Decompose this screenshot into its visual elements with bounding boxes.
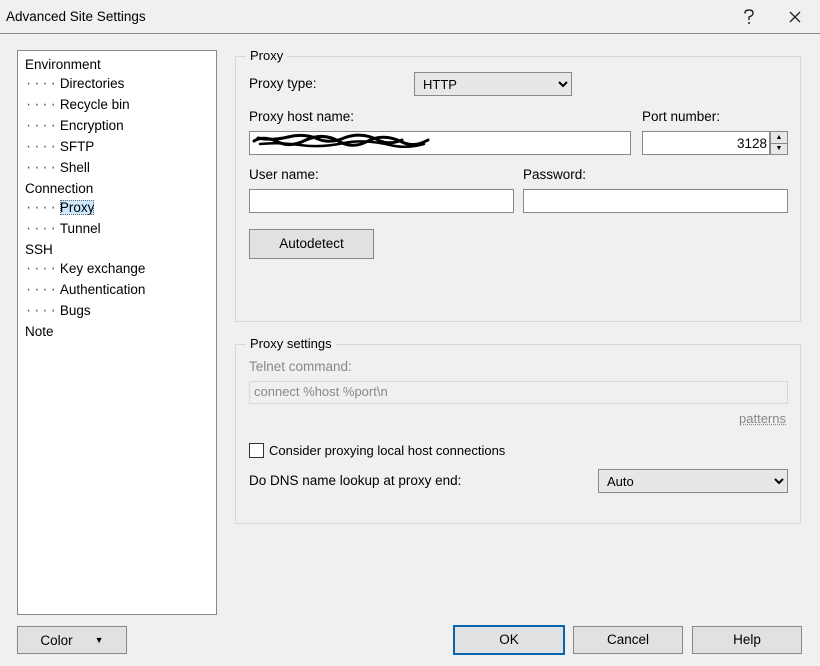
group-proxy-settings: Proxy settings Telnet command: connect %… [235,344,801,524]
color-button-label: Color [40,633,72,648]
tree-recycle-bin[interactable]: ····Recycle bin [24,95,216,116]
password-input[interactable] [523,189,788,213]
tree-connection[interactable]: Connection [24,179,216,198]
proxy-local-label: Consider proxying local host connections [269,443,505,458]
checkbox-box[interactable] [249,443,264,458]
tree-directories[interactable]: ····Directories [24,74,216,95]
tree-proxy[interactable]: ····Proxy [24,198,216,219]
group-settings-legend: Proxy settings [246,336,336,351]
proxy-type-label: Proxy type: [249,76,317,91]
port-number-label: Port number: [642,109,720,124]
proxy-host-input[interactable] [249,131,631,155]
tree-encryption[interactable]: ····Encryption [24,116,216,137]
color-button[interactable]: Color ▼ [17,626,127,654]
tree-key-exchange[interactable]: ····Key exchange [24,259,216,280]
tree-sftp[interactable]: ····SFTP [24,137,216,158]
username-input[interactable] [249,189,514,213]
tree-environment[interactable]: Environment [24,55,216,74]
proxy-host-label: Proxy host name: [249,109,354,124]
chevron-down-icon: ▼ [95,635,104,645]
telnet-command-label: Telnet command: [249,359,352,374]
telnet-command-field: connect %host %port\n [249,381,788,404]
proxy-type-select[interactable]: HTTP [414,72,572,96]
username-label: User name: [249,167,319,182]
dns-lookup-select[interactable]: Auto [598,469,788,493]
tree-note[interactable]: Note [24,322,216,341]
group-proxy: Proxy Proxy type: HTTP Proxy host name: … [235,56,801,322]
tree-ssh[interactable]: SSH [24,240,216,259]
password-label: Password: [523,167,586,182]
patterns-link[interactable]: patterns [739,411,786,426]
port-up-arrow[interactable]: ▲ [771,132,787,144]
tree-shell[interactable]: ····Shell [24,158,216,179]
proxy-local-checkbox[interactable]: Consider proxying local host connections [249,443,505,458]
nav-tree[interactable]: Environment ····Directories ····Recycle … [17,50,217,615]
group-proxy-legend: Proxy [246,48,287,63]
port-number-spinner[interactable]: ▲ ▼ [642,131,788,155]
cancel-button[interactable]: Cancel [573,626,683,654]
dns-lookup-label: Do DNS name lookup at proxy end: [249,473,461,488]
tree-tunnel[interactable]: ····Tunnel [24,219,216,240]
window-title: Advanced Site Settings [6,0,726,34]
tree-authentication[interactable]: ····Authentication [24,280,216,301]
close-button[interactable] [772,1,818,33]
help-titlebar-button[interactable] [726,1,772,33]
port-number-input[interactable] [642,131,770,155]
port-down-arrow[interactable]: ▼ [771,144,787,155]
titlebar: Advanced Site Settings [0,0,820,34]
ok-button[interactable]: OK [454,626,564,654]
help-button[interactable]: Help [692,626,802,654]
tree-bugs[interactable]: ····Bugs [24,301,216,322]
autodetect-button[interactable]: Autodetect [249,229,374,259]
